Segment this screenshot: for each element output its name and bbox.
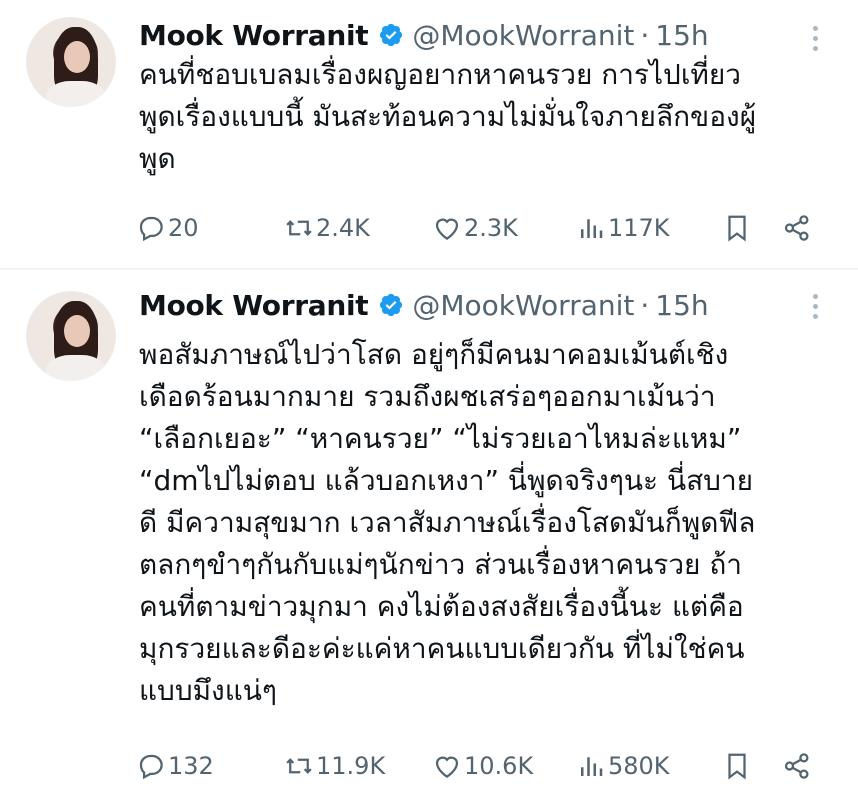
tweet-header: Mook Worranit @MookWorranit · 15h — [139, 285, 709, 325]
author-name[interactable]: Mook Worranit — [139, 19, 369, 52]
tweet-text-line: มุกรวยและดีอะค่ะแค่หาคนแบบเดียวกัน ที่ไม… — [139, 632, 745, 665]
more-options-icon[interactable] — [808, 18, 822, 58]
timestamp[interactable]: 15h — [655, 289, 708, 322]
tweet-text-line: คนที่ตามข่าวมุกมา คงไม่ต้องสงสัยเรื่องนี… — [139, 590, 744, 623]
like-count: 10.6K — [464, 752, 534, 780]
author-name[interactable]: Mook Worranit — [139, 289, 369, 322]
more-options-icon[interactable] — [808, 286, 822, 326]
tweet-text-line: ตลกๆขำๆกันกับแม่ๆนักข่าว ส่วนเรื่องหาคนร… — [139, 548, 743, 581]
share-button[interactable] — [782, 208, 814, 248]
tweet-text-line: “เลือกเยอะ” “หาคนรวย” “ไม่รวยเอาไหมล่ะแห… — [139, 422, 742, 455]
retweet-icon — [286, 220, 312, 236]
separator-dot: · — [640, 288, 650, 322]
retweet-icon — [286, 758, 312, 774]
tweet-text-line: พูดเรื่องแบบนี้ มันสะท้อนความไม่มั่นใจภา… — [139, 100, 757, 133]
action-bar: 20 2.4K 2.3K 117K — [136, 208, 826, 248]
views-icon — [581, 757, 603, 776]
share-icon — [784, 215, 809, 241]
verified-badge-icon — [378, 22, 404, 48]
verified-badge-icon — [378, 292, 404, 318]
author-handle[interactable]: @MookWorranit — [412, 289, 634, 322]
tweet-text-line: ดี มีความสุขมาก เวลาสัมภาษณ์เรื่องโสดมัน… — [139, 506, 756, 539]
bookmark-button[interactable] — [722, 746, 754, 786]
bookmark-button[interactable] — [722, 208, 754, 248]
like-button[interactable]: 10.6K — [432, 746, 533, 786]
tweet-text-line: แบบมึงแน่ๆ — [139, 674, 277, 707]
tweet-1[interactable]: Mook Worranit @MookWorranit · 15h คนที่ช… — [0, 0, 858, 268]
retweet-button[interactable]: 11.9K — [284, 746, 385, 786]
views-button[interactable]: 117K — [576, 208, 670, 248]
retweet-count: 2.4K — [316, 214, 370, 242]
like-icon — [435, 218, 459, 240]
reply-count: 20 — [168, 214, 199, 242]
reply-button[interactable]: 20 — [136, 208, 199, 248]
separator-dot: · — [640, 18, 650, 52]
tweet-text-line: เดือดร้อนมากมาย รวมถึงผชเสร่อๆออกมาเม้นว… — [139, 380, 716, 413]
retweet-button[interactable]: 2.4K — [284, 208, 370, 248]
views-count: 117K — [608, 214, 670, 242]
tweet-text: คนที่ชอบเบลมเรื่องผญอยากหาคนรวย การไปเที… — [139, 54, 839, 180]
tweet-text-line: คนที่ชอบเบลมเรื่องผญอยากหาคนรวย การไปเที… — [139, 58, 741, 91]
tweet-2[interactable]: Mook Worranit @MookWorranit · 15h พอสัมภ… — [0, 270, 858, 803]
tweet-text: พอสัมภาษณ์ไปว่าโสด อยู่ๆก็มีคนมาคอมเม้นต… — [139, 334, 839, 712]
like-icon — [435, 756, 459, 778]
reply-button[interactable]: 132 — [136, 746, 214, 786]
avatar[interactable] — [26, 17, 116, 107]
views-count: 580K — [608, 752, 670, 780]
like-count: 2.3K — [464, 214, 518, 242]
timestamp[interactable]: 15h — [655, 19, 708, 52]
reply-icon — [139, 754, 163, 780]
share-button[interactable] — [782, 746, 814, 786]
views-icon — [581, 219, 603, 238]
tweet-header: Mook Worranit @MookWorranit · 15h — [139, 15, 709, 55]
bookmark-icon — [728, 753, 746, 780]
like-button[interactable]: 2.3K — [432, 208, 518, 248]
share-icon — [784, 753, 809, 779]
author-handle[interactable]: @MookWorranit — [412, 19, 634, 52]
views-button[interactable]: 580K — [576, 746, 670, 786]
avatar[interactable] — [26, 291, 116, 381]
retweet-count: 11.9K — [316, 752, 386, 780]
bookmark-icon — [728, 215, 746, 242]
tweet-text-line: พูด — [139, 142, 176, 175]
reply-icon — [139, 216, 163, 242]
tweet-text-line: พอสัมภาษณ์ไปว่าโสด อยู่ๆก็มีคนมาคอมเม้นต… — [139, 338, 729, 371]
tweet-text-line: “dmไปไม่ตอบ แล้วบอกเหงา” นี่พูดจริงๆนะ น… — [139, 464, 754, 497]
reply-count: 132 — [168, 752, 214, 780]
action-bar: 132 11.9K 10.6K 580K — [136, 746, 826, 786]
